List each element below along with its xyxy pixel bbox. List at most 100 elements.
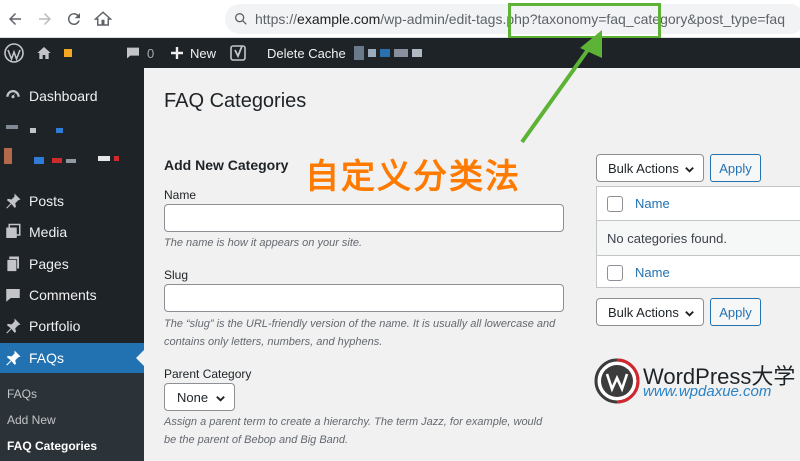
url-host: example.com	[297, 11, 381, 27]
sidebar-item-media[interactable]: Media	[0, 217, 144, 247]
parent-help-text: Assign a parent term to create a hierarc…	[164, 416, 543, 446]
sidebar-item-pages[interactable]: Pages	[0, 249, 144, 279]
new-label: New	[190, 45, 217, 61]
forward-button[interactable]	[32, 6, 58, 32]
active-indicator	[136, 350, 144, 366]
redacted-block	[114, 156, 119, 161]
chevron-down-icon	[685, 311, 694, 317]
redacted-block	[412, 49, 422, 57]
new-content-button[interactable]: New	[170, 38, 216, 68]
site-home-button[interactable]	[36, 38, 72, 68]
redacted-block	[394, 49, 408, 57]
pin-icon	[6, 193, 21, 209]
pin-icon	[6, 318, 21, 334]
parent-category-value: None	[177, 389, 209, 405]
parent-category-label: Parent Category	[164, 367, 252, 381]
wordpress-logo-icon	[4, 43, 24, 63]
select-all-checkbox[interactable]	[607, 196, 623, 212]
delete-cache-button[interactable]: Delete Cache	[267, 38, 346, 68]
arrow-right-icon	[39, 13, 51, 25]
submenu-item-add-new[interactable]: Add New	[7, 413, 56, 427]
comments-count: 0	[147, 45, 155, 61]
yoast-button[interactable]	[230, 38, 246, 68]
submenu-item-faqs[interactable]: FAQs	[7, 387, 37, 401]
browser-toolbar: https://example.com/wp-admin/edit-tags.p…	[0, 0, 800, 39]
avatar	[354, 46, 364, 60]
column-footer-name[interactable]: Name	[635, 265, 670, 280]
sidebar-item-label: Portfolio	[29, 318, 81, 334]
name-label: Name	[164, 188, 197, 202]
sidebar-item-comments[interactable]: Comments	[0, 280, 144, 310]
bulk-actions-select-top[interactable]: Bulk Actions	[596, 154, 704, 182]
admin-sidebar: Dashboard Posts Media Pages Comments Por…	[0, 68, 144, 461]
wp-admin-bar: 0 New Delete Cache	[0, 38, 800, 68]
home-button[interactable]	[90, 6, 116, 32]
column-header-name[interactable]: Name	[635, 196, 670, 211]
media-icon	[6, 223, 21, 238]
sidebar-item-portfolio[interactable]: Portfolio	[0, 311, 144, 341]
bulk-actions-label: Bulk Actions	[608, 304, 679, 320]
home-icon	[37, 47, 51, 59]
apply-button-top[interactable]: Apply	[710, 154, 761, 182]
user-account-redacted[interactable]	[354, 38, 422, 68]
plus-icon	[171, 47, 183, 59]
redacted-block	[98, 156, 110, 161]
redacted-menu-item[interactable]	[4, 148, 119, 166]
site-name-redacted	[64, 49, 72, 57]
watermark-url: www.wpdaxue.com	[643, 383, 772, 400]
pages-icon	[6, 256, 19, 272]
home-icon	[94, 11, 112, 26]
arrow-left-icon	[9, 13, 21, 25]
chevron-down-icon	[216, 396, 225, 402]
comment-icon	[127, 47, 139, 59]
form-heading: Add New Category	[164, 157, 289, 173]
sidebar-item-faqs[interactable]: FAQs	[0, 343, 144, 373]
terms-table: Name No categories found. Name	[596, 186, 800, 288]
parent-category-select[interactable]: None	[164, 383, 235, 411]
redacted-block	[56, 128, 63, 133]
back-button[interactable]	[2, 6, 28, 32]
yoast-icon	[230, 45, 246, 61]
redacted-menu-item[interactable]	[6, 125, 66, 133]
sidebar-item-label: Media	[29, 224, 68, 240]
redacted-block	[4, 148, 12, 164]
faqs-submenu: FAQs Add New FAQ Categories	[0, 373, 144, 461]
slug-label: Slug	[164, 268, 189, 282]
search-icon	[235, 12, 247, 25]
name-field[interactable]	[164, 204, 564, 232]
redacted-block	[30, 128, 36, 133]
submenu-item-faq-categories[interactable]: FAQ Categories	[7, 439, 97, 453]
select-all-checkbox-footer[interactable]	[607, 265, 623, 281]
wp-logo-button[interactable]	[4, 38, 24, 68]
empty-message: No categories found.	[607, 231, 727, 246]
comments-button[interactable]: 0	[125, 38, 154, 68]
url-prefix: https://	[255, 11, 298, 27]
bulk-actions-label: Bulk Actions	[608, 160, 679, 176]
bulk-actions-select-bottom[interactable]: Bulk Actions	[596, 298, 704, 326]
page-title: FAQ Categories	[164, 90, 307, 112]
sidebar-item-dashboard[interactable]: Dashboard	[0, 81, 144, 111]
wordpress-watermark-logo-icon	[594, 358, 640, 404]
slug-help-text: The “slug” is the URL-friendly version o…	[164, 318, 556, 348]
redacted-block	[368, 49, 376, 57]
sidebar-item-label: Posts	[29, 193, 65, 209]
apply-button-bottom[interactable]: Apply	[710, 298, 761, 326]
redacted-block	[66, 159, 76, 163]
delete-cache-label: Delete Cache	[267, 45, 346, 61]
redacted-block	[380, 49, 390, 57]
url-highlight-box	[508, 3, 661, 39]
comment-icon	[6, 289, 20, 302]
chevron-down-icon	[685, 167, 694, 173]
slug-field[interactable]	[164, 284, 564, 312]
table-header-row: Name	[597, 187, 800, 221]
annotation-label: 自定义分类法	[305, 158, 521, 196]
sidebar-item-label: Dashboard	[29, 88, 98, 104]
table-footer-row: Name	[597, 255, 800, 288]
sidebar-item-label: FAQs	[29, 350, 65, 366]
sidebar-item-label: Pages	[29, 256, 69, 272]
table-empty-row: No categories found.	[597, 221, 800, 255]
redacted-block	[34, 157, 44, 164]
sidebar-item-posts[interactable]: Posts	[0, 186, 144, 216]
pin-icon	[6, 350, 21, 366]
reload-button[interactable]	[61, 6, 87, 32]
